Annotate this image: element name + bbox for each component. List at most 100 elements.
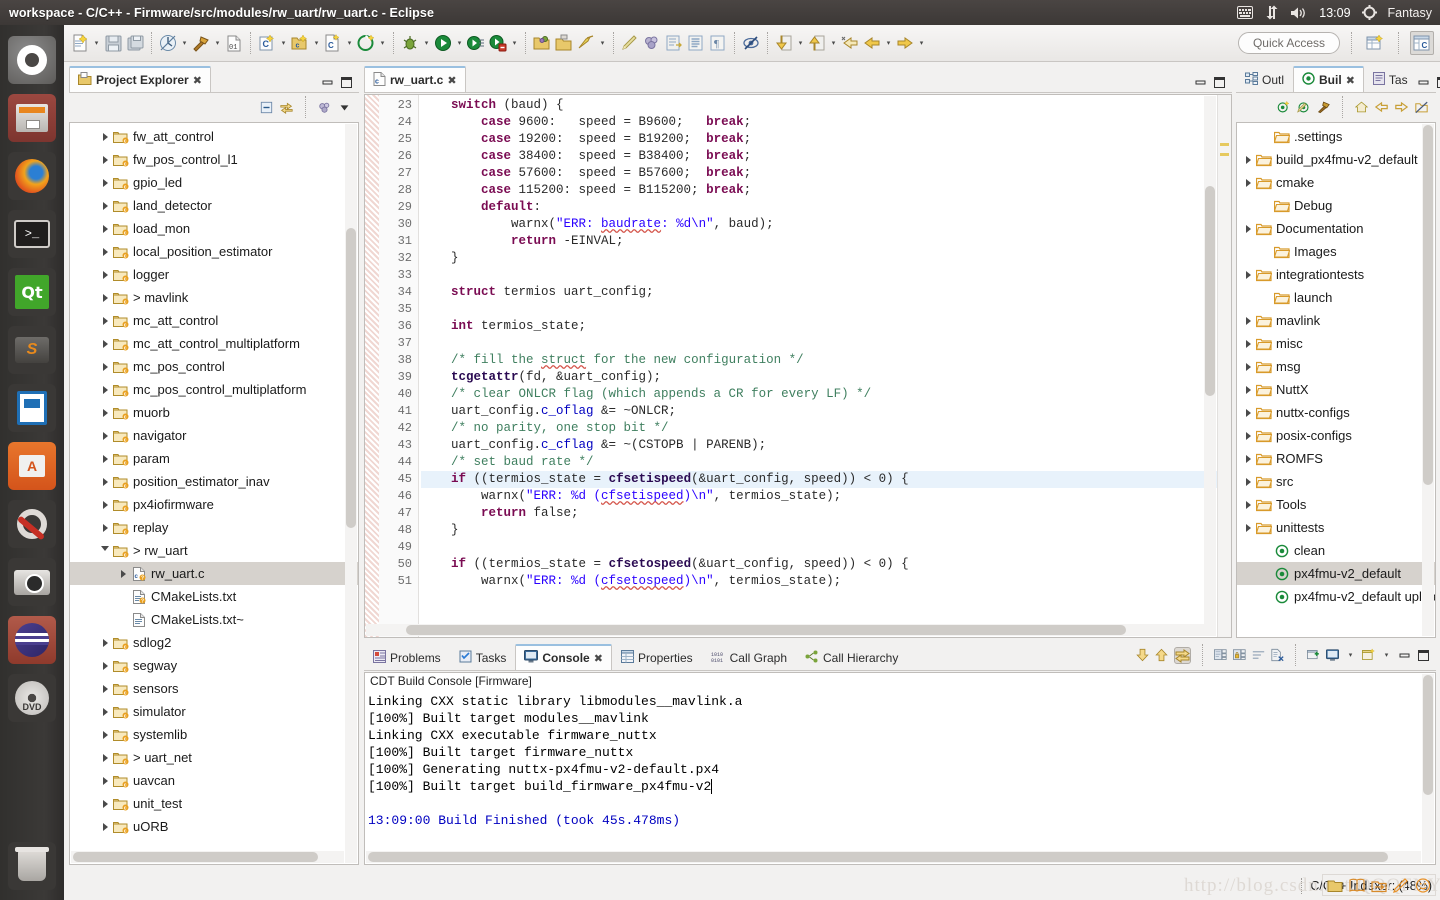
tree-item[interactable]: CMakeLists.txt~: [70, 608, 358, 631]
tab-rw-uart-c[interactable]: c rw_uart.c ✖: [364, 66, 466, 92]
code-line[interactable]: warnx("ERR: %d (cfsetospeed)\n", termios…: [421, 573, 1231, 590]
open-type-icon[interactable]: [531, 31, 553, 55]
code-line[interactable]: return false;: [421, 505, 1231, 522]
tree-item[interactable]: integrationtests: [1237, 263, 1435, 286]
forward-dropdown-icon[interactable]: ▾: [916, 31, 927, 55]
code-line[interactable]: struct termios uart_config;: [421, 284, 1231, 301]
editor-hscrollbar[interactable]: [366, 624, 1215, 636]
launcher-item-ubuntu-software[interactable]: A: [8, 442, 56, 490]
code-line[interactable]: [421, 539, 1231, 556]
launcher-item-terminal[interactable]: >_: [8, 210, 56, 258]
expand-arrow-icon[interactable]: [1241, 408, 1255, 417]
expand-arrow-icon[interactable]: [98, 500, 112, 509]
code-line[interactable]: /* set baud rate */: [421, 454, 1231, 471]
expand-arrow-icon[interactable]: [98, 799, 112, 808]
expand-arrow-icon[interactable]: [98, 638, 112, 647]
code-line[interactable]: warnx("ERR: %d (cfsetispeed)\n", termios…: [421, 488, 1231, 505]
expand-arrow-icon[interactable]: [1241, 339, 1255, 348]
tree-item[interactable]: c position_estimator_inav: [70, 470, 358, 493]
previous-annotation-dropdown-icon[interactable]: ▾: [828, 31, 839, 55]
user-name[interactable]: Fantasy: [1388, 6, 1432, 20]
tree-item[interactable]: mavlink: [1237, 309, 1435, 332]
code-line[interactable]: [421, 301, 1231, 318]
code-line[interactable]: /* clear ONLCR flag (which appends a CR …: [421, 386, 1231, 403]
focus-on-active-task-icon[interactable]: [318, 101, 331, 114]
tree-item[interactable]: launch: [1237, 286, 1435, 309]
tab-properties[interactable]: Properties: [612, 644, 702, 670]
code-line[interactable]: /* fill the struct for the new configura…: [421, 352, 1231, 369]
code-line[interactable]: if ((termios_state = cfsetospeed(&uart_c…: [421, 556, 1231, 573]
tree-item[interactable]: c > mavlink: [70, 286, 358, 309]
build-targets-vscrollbar[interactable]: [1422, 124, 1434, 636]
code-line[interactable]: default:: [421, 199, 1231, 216]
tab-call-graph[interactable]: 1010 0101 Call Graph: [702, 644, 796, 670]
pin-console-icon[interactable]: [1233, 649, 1246, 662]
tree-item[interactable]: c replay: [70, 516, 358, 539]
expand-arrow-icon[interactable]: [98, 523, 112, 532]
tree-item[interactable]: c fw_pos_control_l1: [70, 148, 358, 171]
show-source-quickmenu-icon[interactable]: [663, 31, 685, 55]
tree-item[interactable]: c param: [70, 447, 358, 470]
next-annotation-icon[interactable]: [773, 31, 795, 55]
launcher-item-camera[interactable]: [8, 558, 56, 606]
console-output-text[interactable]: Linking CXX static library libmodules__m…: [368, 693, 1419, 850]
expand-arrow-icon[interactable]: [98, 385, 112, 394]
expand-arrow-icon[interactable]: [98, 707, 112, 716]
tree-item[interactable]: c local_position_estimator: [70, 240, 358, 263]
import-mini-icon[interactable]: [1370, 876, 1388, 894]
last-edit-location-icon[interactable]: [839, 31, 861, 55]
hide-empty-folders-icon[interactable]: [1415, 101, 1428, 114]
add-build-target-icon[interactable]: [1277, 100, 1290, 114]
go-home-icon[interactable]: [1355, 101, 1368, 114]
tree-item[interactable]: c mc_att_control: [70, 309, 358, 332]
build-target-hammer-icon[interactable]: [1317, 101, 1330, 114]
pencil-mini-icon[interactable]: [1392, 876, 1410, 894]
maximize-icon[interactable]: [1417, 649, 1430, 662]
tab-console[interactable]: Console ✖: [515, 644, 612, 670]
display-selected-console-icon[interactable]: [1326, 649, 1339, 662]
collapse-arrow-icon[interactable]: [98, 546, 112, 555]
tab-build-targets[interactable]: Buil ✖: [1293, 66, 1364, 92]
expand-arrow-icon[interactable]: [98, 730, 112, 739]
expand-arrow-icon[interactable]: [1241, 454, 1255, 463]
code-line[interactable]: }: [421, 522, 1231, 539]
debug-dropdown-icon[interactable]: ▾: [421, 31, 432, 55]
go-back-icon[interactable]: [1375, 101, 1388, 114]
code-line[interactable]: case 115200: speed = B115200; break;: [421, 182, 1231, 199]
close-icon[interactable]: ✖: [594, 652, 603, 665]
expand-arrow-icon[interactable]: [1241, 316, 1255, 325]
new-c-cpp-class-icon[interactable]: C: [322, 31, 344, 55]
tree-item[interactable]: c mc_pos_control_multiplatform: [70, 378, 358, 401]
tree-item[interactable]: c gpio_led: [70, 171, 358, 194]
launcher-item-system-settings[interactable]: [8, 500, 56, 548]
tree-item[interactable]: c px4iofirmware: [70, 493, 358, 516]
launcher-item-qt-creator[interactable]: Qt: [8, 268, 56, 316]
maximize-icon[interactable]: [1213, 76, 1226, 89]
toggle-mark-occurrences-icon[interactable]: [641, 31, 663, 55]
build-all-dropdown-icon[interactable]: ▾: [179, 31, 190, 55]
scroll-down-icon[interactable]: [1136, 648, 1149, 662]
console-vscrollbar[interactable]: [1422, 674, 1434, 863]
skip-breakpoints-icon[interactable]: [575, 31, 597, 55]
close-icon[interactable]: ✖: [447, 74, 456, 87]
tree-item[interactable]: c fw_att_control: [70, 125, 358, 148]
code-line[interactable]: case 19200: speed = B19200; break;: [421, 131, 1231, 148]
tab-tasks[interactable]: Tasks: [450, 644, 516, 670]
tree-item[interactable]: c mc_pos_control: [70, 355, 358, 378]
expand-arrow-icon[interactable]: [98, 753, 112, 762]
code-line[interactable]: [421, 267, 1231, 284]
minimize-icon[interactable]: [321, 76, 334, 89]
tree-item[interactable]: c muorb: [70, 401, 358, 424]
tree-item[interactable]: build_px4fmu-v2_default: [1237, 148, 1435, 171]
profile-icon[interactable]: [487, 31, 509, 55]
code-line[interactable]: uart_config.c_cflag &= ~(CSTOPB | PARENB…: [421, 437, 1231, 454]
build-targets-tree[interactable]: .settings build_px4fmu-v2_default cmake Deb…: [1236, 122, 1436, 638]
new-c-cpp-file-icon[interactable]: [355, 31, 377, 55]
expand-arrow-icon[interactable]: [98, 477, 112, 486]
tree-item[interactable]: c uavcan: [70, 769, 358, 792]
project-explorer-vscrollbar[interactable]: [345, 124, 357, 863]
tab-tasks[interactable]: Tas: [1364, 66, 1417, 92]
run-dropdown-icon[interactable]: ▾: [454, 31, 465, 55]
view-menu-icon[interactable]: [338, 101, 351, 114]
console-output-area[interactable]: CDT Build Console [Firmware] Linking CXX…: [364, 672, 1436, 865]
